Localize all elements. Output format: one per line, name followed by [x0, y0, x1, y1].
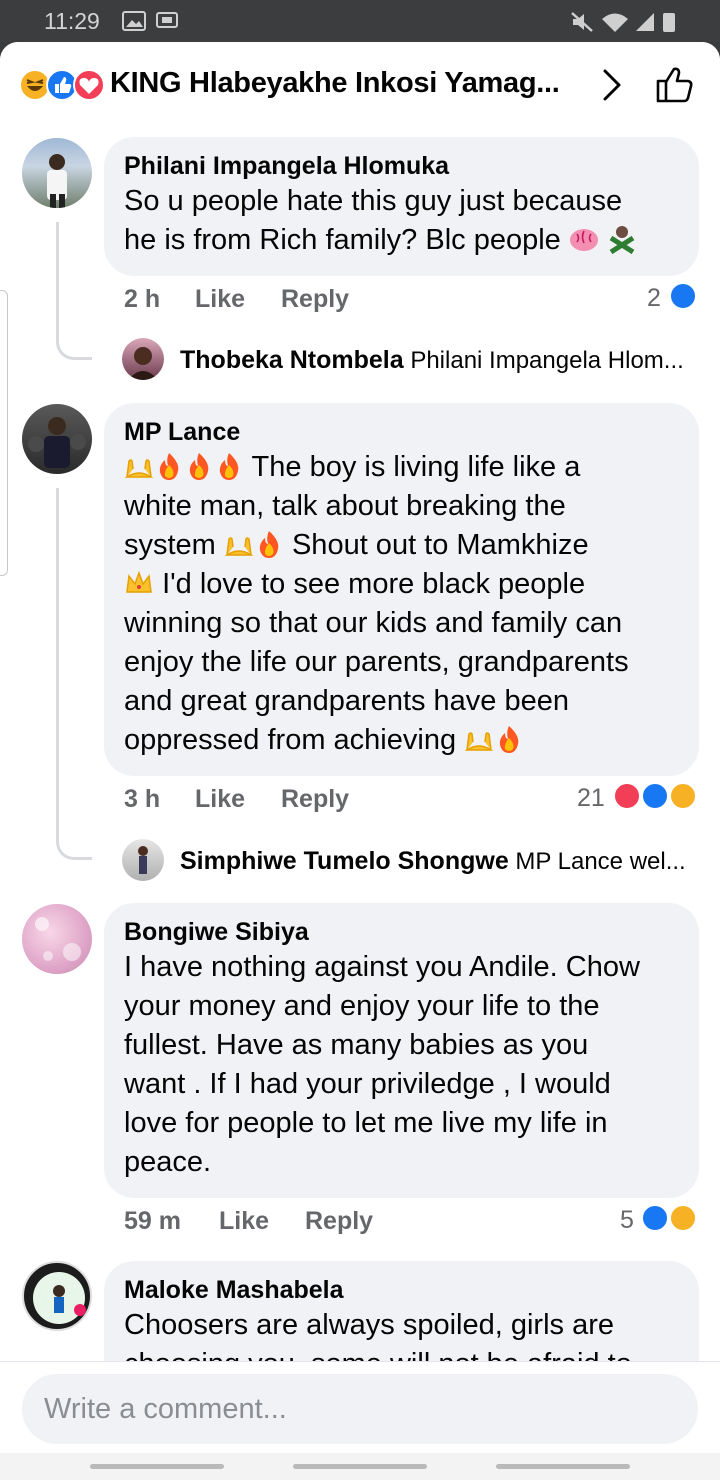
- signal-icon: [636, 13, 654, 31]
- comment-line: peace.: [124, 1146, 212, 1178]
- raising-hands-emoji: [124, 459, 154, 478]
- avatar[interactable]: [22, 1261, 92, 1331]
- nav-home-button[interactable]: [293, 1464, 427, 1469]
- reply-button[interactable]: Reply: [281, 285, 349, 314]
- status-time: 11:29: [44, 8, 100, 34]
- reply-text: Philani Impangela Hlom...: [410, 347, 684, 374]
- gallery-icon: [122, 11, 146, 31]
- comment-line: your money and enjoy your life to the: [124, 990, 600, 1022]
- raising-hands-emoji: [224, 537, 254, 556]
- fire-emoji: [259, 531, 279, 558]
- comment-line: white man, talk about breaking the: [124, 490, 566, 522]
- raising-hands-emoji: [464, 732, 494, 751]
- comment-time: 3 h: [124, 785, 161, 813]
- comment-author[interactable]: Philani Impangela Hlomuka: [124, 151, 679, 181]
- comment-line: Choosers are always spoiled, girls are: [124, 1309, 614, 1341]
- like-reaction-icon: [641, 1204, 669, 1232]
- comments-sheet: KING Hlabeyakhe Inkosi Yamag... Philani …: [0, 42, 720, 1480]
- love-reaction-icon: [613, 782, 641, 810]
- like-button[interactable]: Like: [219, 1207, 269, 1236]
- avatar[interactable]: [22, 404, 92, 474]
- avatar-photo: [128, 347, 158, 380]
- post-header: KING Hlabeyakhe Inkosi Yamag...: [0, 42, 720, 128]
- like-button[interactable]: Like: [195, 285, 245, 314]
- thread-line: [56, 488, 92, 860]
- avatar[interactable]: [122, 338, 164, 380]
- thread-line: [56, 222, 92, 360]
- avatar[interactable]: [22, 904, 92, 974]
- post-title[interactable]: KING Hlabeyakhe Inkosi Yamag...: [110, 67, 560, 100]
- wifi-icon: [602, 13, 628, 32]
- comment-input[interactable]: Write a comment...: [22, 1374, 698, 1444]
- chevron-right-icon[interactable]: [600, 68, 624, 102]
- comment-line: winning so that our kids and family can: [124, 607, 623, 639]
- status-bar: 11:29: [0, 0, 720, 42]
- avatar-photo: [33, 1272, 86, 1324]
- reply-author[interactable]: Simphiwe Tumelo Shongwe: [180, 847, 509, 875]
- comment-bubble[interactable]: Bongiwe Sibiya I have nothing against yo…: [104, 903, 699, 1198]
- comment-text: I have nothing against you Andile. Chow …: [124, 948, 679, 1182]
- battery-icon: [663, 13, 675, 32]
- comment-line: fullest. Have as many babies as you: [124, 1029, 589, 1061]
- reply-preview[interactable]: Simphiwe Tumelo Shongwe MP Lance wel...: [180, 847, 686, 876]
- avatar-photo: [47, 154, 67, 208]
- comment-line: enjoy the life our parents, grandparents: [124, 646, 629, 678]
- comment-time: 2 h: [124, 285, 161, 313]
- fire-emoji: [219, 453, 239, 480]
- reaction-count[interactable]: 2: [647, 284, 661, 313]
- fire-emoji: [189, 453, 209, 480]
- like-reaction-icon: [641, 782, 669, 810]
- mute-icon: [571, 12, 593, 32]
- fire-emoji: [159, 453, 179, 480]
- comment-author[interactable]: Bongiwe Sibiya: [124, 917, 679, 947]
- reaction-summary-icons[interactable]: [18, 68, 108, 102]
- haha-reaction-icon: [669, 1204, 697, 1232]
- avatar-photo: [28, 417, 86, 468]
- system-nav-bar: [0, 1453, 720, 1480]
- reply-button[interactable]: Reply: [281, 785, 349, 814]
- comment-line: I have nothing against you Andile. Chow: [124, 951, 640, 983]
- comment-line: So u people hate this guy just because: [124, 185, 623, 217]
- reaction-count[interactable]: 5: [620, 1206, 634, 1235]
- comment-line: love for people to let me live my life i…: [124, 1107, 608, 1139]
- person-gesturing-no-emoji: [609, 226, 635, 254]
- comment-text: So u people hate this guy just because h…: [124, 182, 679, 260]
- avatar-photo: [138, 846, 148, 874]
- nav-back-button[interactable]: [496, 1464, 630, 1469]
- like-button[interactable]: Like: [195, 785, 245, 814]
- fire-emoji: [499, 726, 519, 753]
- haha-reaction-icon: [669, 782, 697, 810]
- comment-line: and great grandparents have been: [124, 685, 570, 717]
- like-thumb-icon[interactable]: [654, 64, 694, 104]
- reaction-count[interactable]: 21: [577, 784, 605, 813]
- comment-line: Shout out to Mamkhize: [291, 529, 589, 561]
- comment-author[interactable]: Maloke Mashabela: [124, 1275, 679, 1305]
- reply-button[interactable]: Reply: [305, 1207, 373, 1236]
- comment-line: I'd love to see more black people: [162, 568, 586, 600]
- comment-author[interactable]: MP Lance: [124, 417, 679, 447]
- reply-author[interactable]: Thobeka Ntombela: [180, 346, 404, 374]
- like-reaction-icon: [669, 282, 697, 310]
- reply-preview[interactable]: Thobeka Ntombela Philani Impangela Hlom.…: [180, 346, 684, 375]
- crown-emoji: [126, 570, 152, 593]
- avatar[interactable]: [22, 138, 92, 208]
- comment-text: The boy is living life like a white man,…: [124, 448, 679, 760]
- nav-recent-button[interactable]: [90, 1464, 224, 1469]
- avatar[interactable]: [122, 839, 164, 881]
- comment-line: he is from Rich family? Blc people: [124, 224, 561, 256]
- edge-handle: [0, 290, 8, 576]
- comment-bubble[interactable]: Philani Impangela Hlomuka So u people ha…: [104, 137, 699, 276]
- comment-bubble[interactable]: MP Lance The boy is living life like a w…: [104, 403, 699, 776]
- avatar-photo: [35, 917, 81, 961]
- comment-line: system: [124, 529, 216, 561]
- brain-emoji: [569, 229, 598, 251]
- reply-text: MP Lance wel...: [515, 848, 686, 875]
- comment-line: oppressed from achieving: [124, 724, 457, 756]
- comment-time: 59 m: [124, 1207, 181, 1235]
- comment-line: The boy is living life like a: [251, 451, 581, 483]
- comment-line: want . If I had your priviledge , I woul…: [124, 1068, 611, 1100]
- sim-card-icon: [156, 12, 178, 28]
